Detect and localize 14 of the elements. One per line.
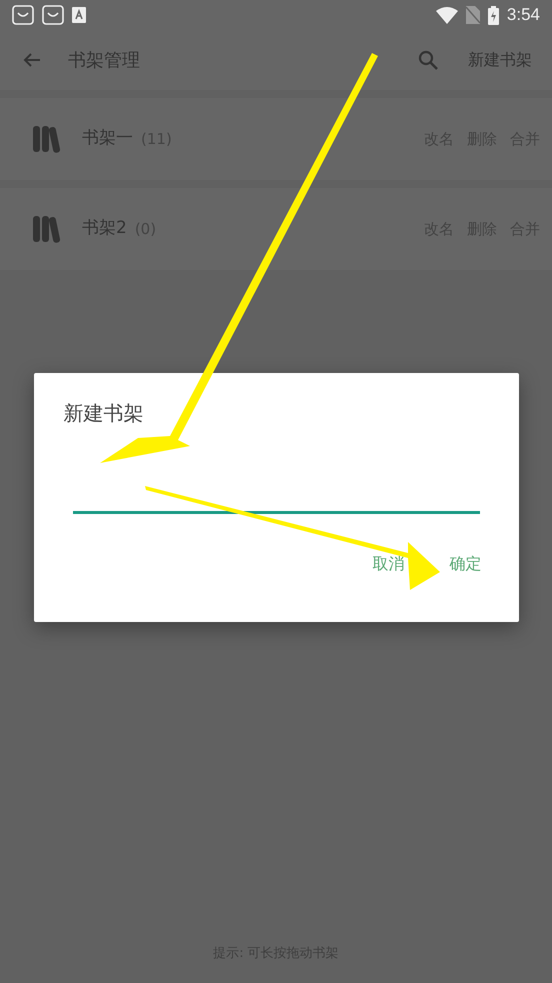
- dialog-button[interactable]: 确定: [450, 552, 482, 576]
- keyboard-icon: [72, 7, 86, 23]
- search-icon: [418, 50, 438, 70]
- notification-icon: [12, 5, 34, 25]
- wifi-icon: [436, 6, 458, 24]
- dialog-title: 新建书架: [64, 400, 144, 427]
- dialog-button[interactable]: 取消: [372, 552, 404, 576]
- clock: 3:54: [506, 4, 540, 26]
- books-icon: [32, 215, 62, 243]
- no-sim-icon: [466, 6, 480, 24]
- back-icon: [23, 52, 41, 68]
- books-icon: [32, 125, 62, 153]
- notification-icon: [42, 5, 64, 25]
- battery-icon: [488, 6, 499, 24]
